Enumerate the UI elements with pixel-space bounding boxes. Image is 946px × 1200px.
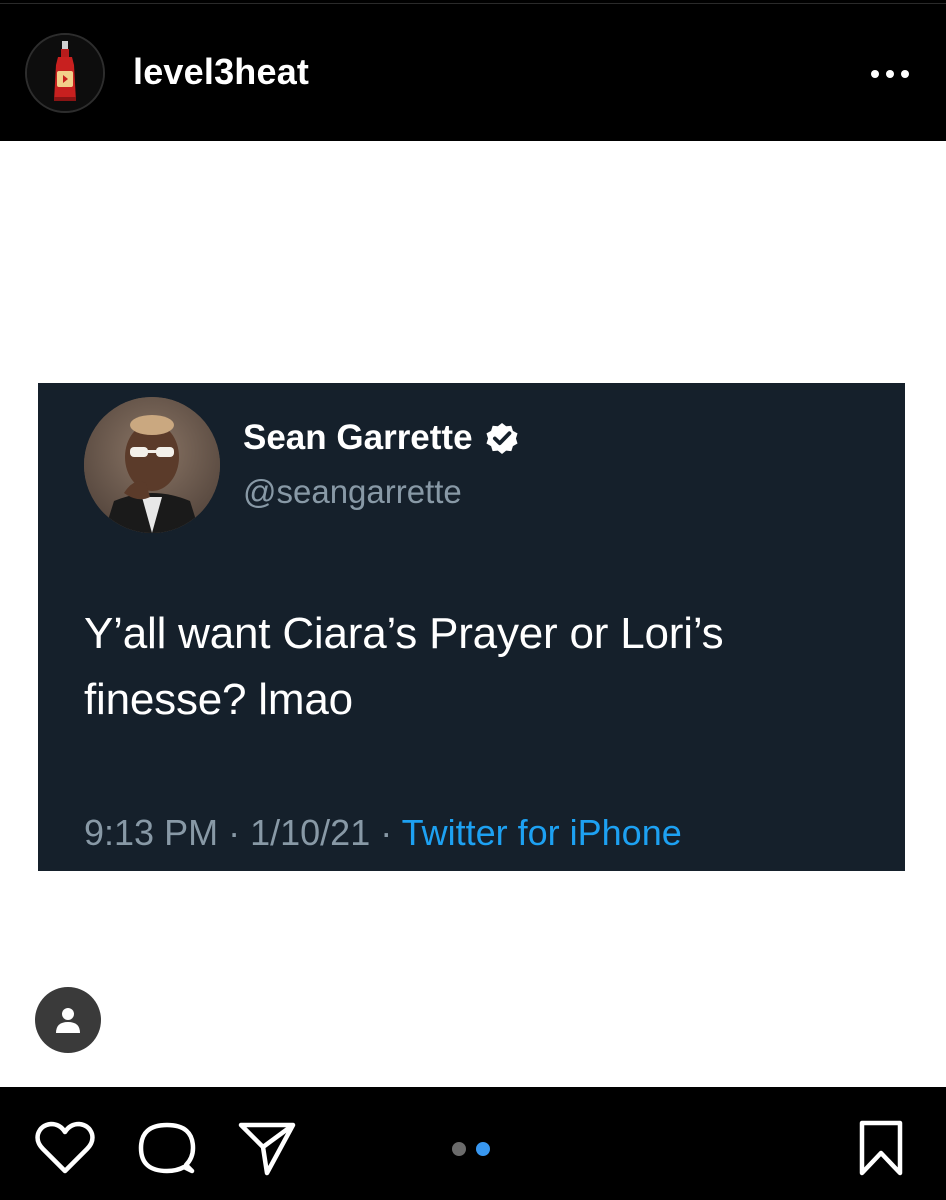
verified-badge-icon — [486, 422, 518, 454]
account-avatar[interactable] — [25, 33, 105, 113]
tweet-author-handle: @seangarrette — [243, 473, 462, 510]
carousel-dot-active — [476, 1142, 490, 1156]
bookmark-icon — [859, 1120, 903, 1176]
tweet-author-avatar — [84, 397, 220, 533]
tweet-author-row: Sean Garrette — [243, 417, 521, 459]
tweet-body: Y’all want Ciara’s Prayer or Lori’s fine… — [84, 609, 724, 724]
heart-icon — [35, 1121, 95, 1174]
tweet-source: Twitter for iPhone — [401, 812, 682, 853]
post-actions-bar — [0, 1087, 946, 1200]
comment-icon — [138, 1122, 196, 1174]
tagged-people-button[interactable] — [35, 987, 101, 1053]
more-options-button[interactable] — [862, 54, 918, 94]
like-button[interactable] — [34, 1117, 96, 1179]
account-username[interactable]: level3heat — [133, 50, 309, 94]
post-image[interactable]: Sean Garrette @seangarrette Y’all want C… — [0, 141, 946, 1087]
save-button[interactable] — [850, 1117, 912, 1179]
post-header: level3heat — [0, 0, 946, 140]
meta-separator: · — [228, 812, 241, 853]
author-photo — [84, 397, 220, 533]
tweet-author-name: Sean Garrette — [243, 418, 473, 457]
more-horizontal-icon — [871, 70, 909, 78]
comment-button[interactable] — [136, 1117, 198, 1179]
share-button[interactable] — [236, 1117, 298, 1179]
share-icon — [238, 1122, 296, 1176]
carousel-indicator — [452, 1142, 490, 1156]
instagram-post-screen: level3heat Sean Garrette @seangarrette Y… — [0, 0, 946, 1200]
carousel-dot — [452, 1142, 466, 1156]
meta-separator: · — [380, 812, 393, 853]
tweet-time: 9:13 PM — [84, 812, 219, 853]
tweet-date: 1/10/21 — [250, 812, 371, 853]
tweet-metadata: 9:13 PM · 1/10/21 · Twitter for iPhone — [84, 811, 682, 855]
hot-sauce-bottle-icon — [27, 35, 103, 111]
user-tag-icon — [56, 1008, 80, 1033]
header-divider — [0, 3, 946, 4]
tweet-screenshot: Sean Garrette @seangarrette Y’all want C… — [38, 383, 905, 871]
